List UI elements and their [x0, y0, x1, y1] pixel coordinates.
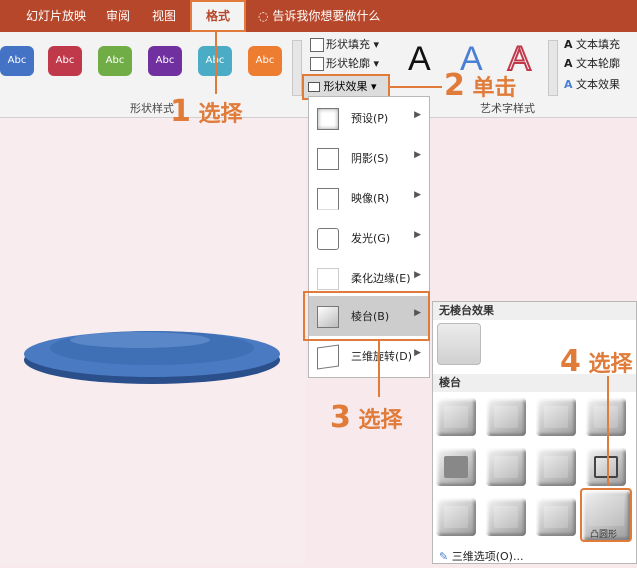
shape-effects-icon [308, 82, 320, 92]
chevron-right-icon: ▶ [414, 150, 421, 160]
menu-item-glow[interactable]: 发光(G) ▶ [309, 219, 429, 257]
bevel-tooltip: 凸圆形 [590, 530, 618, 540]
callout-line-2 [390, 86, 442, 88]
3d-options-label: 三维选项(O)... [451, 550, 524, 563]
bevel-option-convex[interactable]: 凸圆形 [580, 488, 632, 542]
chevron-right-icon: ▶ [414, 348, 421, 358]
bevel-option[interactable] [436, 448, 476, 486]
chevron-right-icon: ▶ [414, 190, 421, 200]
tab-format[interactable]: 格式 [190, 0, 246, 32]
chevron-right-icon: ▶ [414, 110, 421, 120]
3d-options-link[interactable]: ✎ 三维选项(O)... [439, 548, 523, 564]
menu-item-label: 柔化边缘(E) [351, 272, 411, 285]
shadow-icon [317, 148, 339, 170]
text-effects-button[interactable]: A 文本效果 [564, 76, 620, 94]
bevel-option[interactable] [436, 398, 476, 436]
bevel-oval-shape[interactable] [0, 118, 305, 564]
callout-number: 2 [444, 68, 465, 103]
paint-bucket-icon [310, 38, 324, 52]
callout-step-2: 2 单击 [444, 68, 517, 103]
tab-review[interactable]: 审阅 [106, 0, 130, 32]
slide-canvas [0, 118, 305, 564]
no-bevel-option[interactable] [437, 323, 481, 365]
callout-text: 选择 [588, 352, 633, 377]
callout-text: 单击 [472, 76, 517, 101]
preset-icon [317, 108, 339, 130]
callout-line-3 [378, 341, 380, 397]
bevel-option[interactable] [536, 498, 576, 536]
callout-step-1: 1 选择 [170, 94, 243, 129]
ribbon-tab-bar: 幻灯片放映 审阅 视图 格式 ◌ 告诉我你想要做什么 [0, 0, 637, 32]
shape-outline-label: 形状轮廓 [326, 57, 370, 70]
bevel-option[interactable] [486, 498, 526, 536]
no-bevel-header: 无棱台效果 [433, 302, 636, 320]
text-fill-button[interactable]: A 文本填充 [564, 36, 620, 54]
text-fill-icon: A [564, 38, 573, 51]
shape-styles-scroll[interactable] [292, 40, 302, 96]
shape-outline-button[interactable]: 形状轮廓 ▾ [310, 55, 379, 73]
callout-line-1 [215, 32, 217, 94]
menu-item-preset[interactable]: 预设(P) ▶ [309, 99, 429, 137]
text-effects-label: 文本效果 [576, 78, 621, 91]
shape-style-swatch[interactable]: Abc [0, 46, 34, 76]
menu-item-shadow[interactable]: 阴影(S) ▶ [309, 139, 429, 177]
shape-style-swatch[interactable]: Abc [148, 46, 182, 76]
callout-number: 1 [170, 94, 191, 129]
shape-fill-label: 形状填充 [326, 38, 370, 51]
menu-item-label: 阴影(S) [351, 152, 389, 165]
bevel-highlight-box [303, 291, 430, 341]
text-effects-icon: A [564, 78, 573, 91]
menu-item-label: 发光(G) [351, 232, 391, 245]
chevron-right-icon: ▶ [414, 230, 421, 240]
callout-step-4: 4 选择 [560, 344, 633, 379]
glow-icon [317, 228, 339, 250]
bevel-option[interactable] [486, 398, 526, 436]
menu-item-label: 三维旋转(D) [351, 350, 413, 363]
bevel-option[interactable] [486, 448, 526, 486]
text-fill-label: 文本填充 [576, 38, 621, 51]
tab-view[interactable]: 视图 [152, 0, 176, 32]
bevel-option[interactable] [436, 498, 476, 536]
shape-styles-group-label: 形状样式 [130, 102, 174, 115]
3d-rotation-icon [317, 344, 339, 370]
reflection-icon [317, 188, 339, 210]
3d-options-icon: ✎ [439, 550, 449, 563]
shape-style-swatch[interactable]: Abc [248, 46, 282, 76]
callout-number: 3 [330, 400, 351, 435]
callout-text: 选择 [198, 102, 243, 127]
lightbulb-icon: ◌ [258, 9, 269, 23]
callout-step-3: 3 选择 [330, 400, 403, 435]
soft-edges-icon [317, 268, 339, 290]
wordart-styles-scroll[interactable] [548, 40, 558, 96]
tell-me-text: 告诉我你想要做什么 [272, 9, 381, 23]
shape-fill-button[interactable]: 形状填充 ▾ [310, 36, 379, 54]
chevron-right-icon: ▶ [414, 270, 421, 280]
callout-line-4 [607, 376, 609, 486]
menu-item-label: 预设(P) [351, 112, 389, 125]
shape-effects-label: 形状效果 [323, 80, 368, 93]
shape-style-swatch[interactable]: Abc [48, 46, 82, 76]
callout-text: 选择 [358, 408, 403, 433]
callout-number: 4 [560, 344, 581, 379]
menu-item-label: 映像(R) [351, 192, 390, 205]
bevel-option[interactable] [586, 448, 626, 486]
menu-item-reflection[interactable]: 映像(R) ▶ [309, 179, 429, 217]
tab-slideshow[interactable]: 幻灯片放映 [26, 0, 86, 32]
wordart-style-black[interactable]: A [408, 40, 431, 79]
bevel-option[interactable] [536, 398, 576, 436]
pen-icon [310, 57, 324, 71]
tell-me-box[interactable]: ◌ 告诉我你想要做什么 [258, 0, 380, 32]
bevel-option[interactable] [586, 398, 626, 436]
text-outline-label: 文本轮廓 [576, 57, 621, 70]
text-outline-icon: A [564, 57, 573, 70]
text-outline-button[interactable]: A 文本轮廓 [564, 55, 620, 73]
bevel-option[interactable] [536, 448, 576, 486]
menu-item-3d-rotation[interactable]: 三维旋转(D) ▶ [309, 337, 429, 375]
shape-style-swatch[interactable]: Abc [98, 46, 132, 76]
